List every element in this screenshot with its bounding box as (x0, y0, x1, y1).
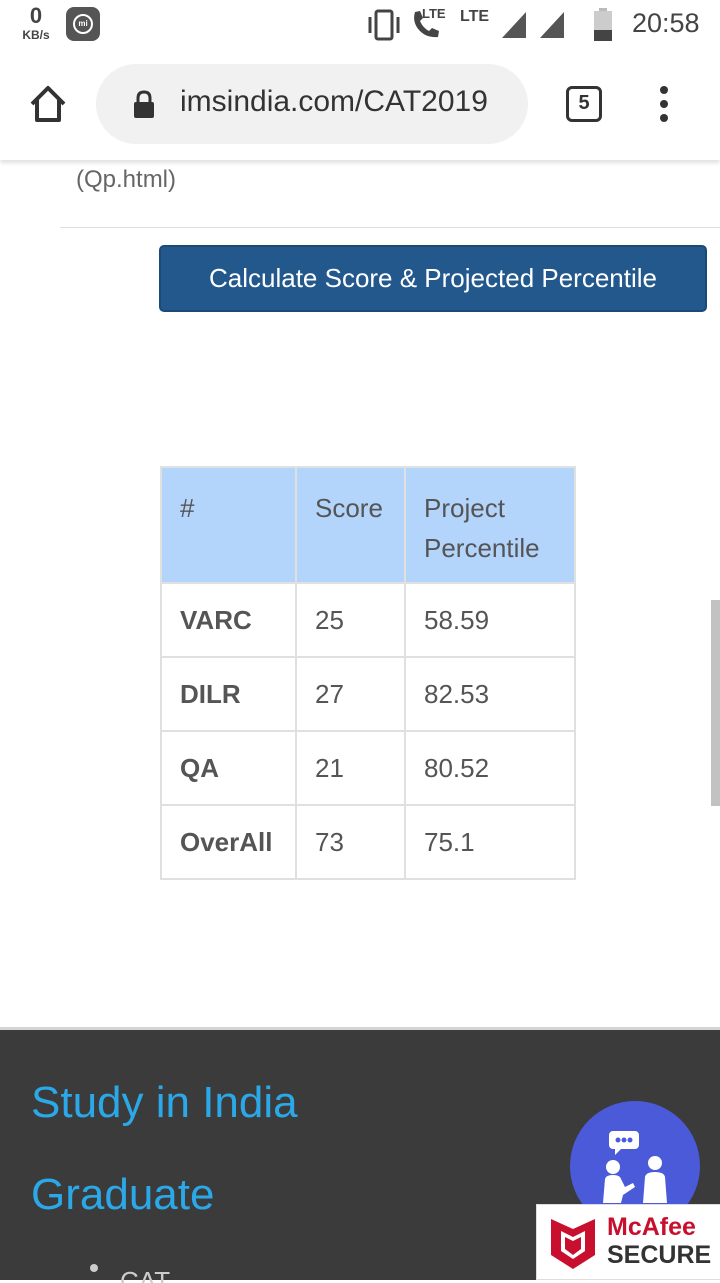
table-row: OverAll 73 75.1 (160, 804, 576, 880)
mcafee-shield-icon (551, 1219, 595, 1269)
score-cell: 21 (295, 730, 406, 806)
list-bullet (90, 1264, 98, 1272)
clock: 20:58 (632, 8, 700, 38)
score-cell: 27 (295, 656, 406, 732)
more-menu-icon[interactable] (654, 86, 674, 126)
table-row: DILR 27 82.53 (160, 656, 576, 732)
mi-app-icon: mi (66, 7, 100, 41)
table-row: VARC 25 58.59 (160, 582, 576, 658)
tab-switcher-button[interactable]: 5 (566, 86, 602, 122)
section-cell: VARC (160, 582, 297, 658)
table-header-row: # Score Project Percentile (160, 466, 576, 584)
section-cell: OverAll (160, 804, 297, 880)
vibrate-icon (368, 9, 400, 41)
section-cell: DILR (160, 656, 297, 732)
study-in-india-link[interactable]: Study in India (31, 1078, 298, 1128)
column-header: Project Percentile (404, 466, 576, 584)
percentile-cell: 58.59 (404, 582, 576, 658)
graduate-link[interactable]: Graduate (31, 1170, 214, 1220)
status-bar: 0 KB/s mi LTE LTE 20:58 (0, 0, 720, 52)
browser-toolbar: imsindia.com/CAT2019 5 (0, 52, 720, 160)
lock-icon (134, 90, 154, 118)
mcafee-secure-badge[interactable]: McAfee SECURE (536, 1204, 720, 1280)
percentile-cell: 80.52 (404, 730, 576, 806)
page-fragment-text: (Qp.html) (76, 166, 177, 193)
percentile-cell: 82.53 (404, 656, 576, 732)
calculate-score-button[interactable]: Calculate Score & Projected Percentile (159, 245, 707, 312)
people-chat-icon (603, 1131, 667, 1203)
battery-icon (594, 8, 612, 41)
network-speed: 0 KB/s (22, 3, 50, 43)
signal-icon (502, 12, 526, 38)
section-cell: QA (160, 730, 297, 806)
scrollbar[interactable] (711, 600, 720, 806)
table-row: QA 21 80.52 (160, 730, 576, 806)
score-cell: 73 (295, 804, 406, 880)
divider (60, 227, 720, 228)
score-cell: 25 (295, 582, 406, 658)
column-header: Score (295, 466, 406, 584)
score-table: # Score Project Percentile VARC 25 58.59… (160, 466, 576, 880)
cat-link[interactable]: CAT (120, 1266, 170, 1283)
home-icon[interactable] (26, 82, 70, 126)
url-text[interactable]: imsindia.com/CAT2019 (180, 85, 510, 119)
signal-icon (540, 12, 564, 38)
percentile-cell: 75.1 (404, 804, 576, 880)
column-header: # (160, 466, 297, 584)
